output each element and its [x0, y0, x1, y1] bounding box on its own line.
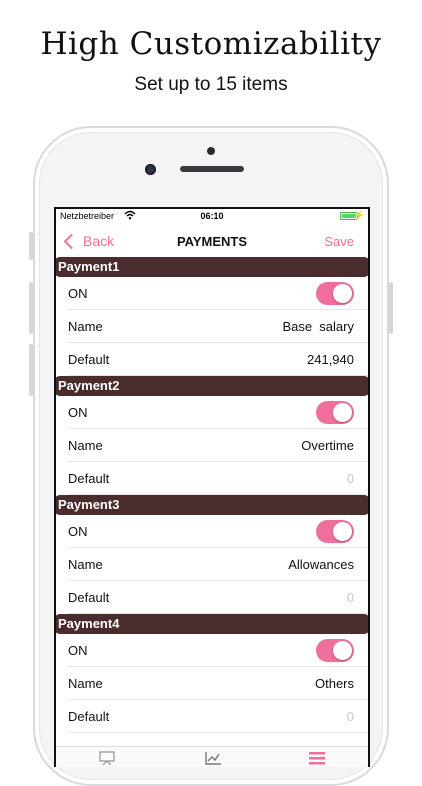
- name-field[interactable]: Others: [315, 676, 354, 691]
- status-bar: Netzbetreiber 06:10 ⚡: [56, 209, 368, 225]
- row-label: ON: [68, 404, 88, 420]
- name-field[interactable]: Base salary: [282, 319, 354, 334]
- row-label: Default: [68, 589, 110, 605]
- section-header-payment3: Payment3: [56, 495, 368, 515]
- row-name[interactable]: Name Allowances: [68, 548, 368, 581]
- chart-icon[interactable]: [204, 751, 222, 767]
- row-default[interactable]: Default 0: [68, 462, 368, 495]
- row-default[interactable]: Default 0: [68, 581, 368, 614]
- row-label: Default: [68, 708, 110, 724]
- phone-sensor: [207, 147, 215, 155]
- phone-speaker: [180, 166, 244, 172]
- row-on: ON: [68, 634, 368, 667]
- row-name[interactable]: Name Others: [68, 667, 368, 700]
- page-title: PAYMENTS: [176, 234, 248, 249]
- navigation-bar: Back PAYMENTS Save: [56, 225, 368, 260]
- row-label: ON: [68, 642, 88, 658]
- default-field[interactable]: 241,940: [307, 352, 354, 367]
- tab-bar: [56, 746, 368, 767]
- board-icon[interactable]: [98, 751, 116, 767]
- row-label: Default: [68, 351, 110, 367]
- row-label: ON: [68, 523, 88, 539]
- row-default[interactable]: Default 0: [68, 700, 368, 733]
- app-screen: Netzbetreiber 06:10 ⚡ Back PAYMENTS Save…: [54, 207, 370, 767]
- payments-list: Payment1 ON Name Base salary Default 241…: [56, 257, 368, 733]
- section-header-payment2: Payment2: [56, 376, 368, 396]
- row-label: Name: [68, 556, 103, 572]
- row-default[interactable]: Default 241,940: [68, 343, 368, 376]
- on-toggle[interactable]: [316, 400, 354, 424]
- default-field[interactable]: 0: [347, 709, 354, 724]
- section-header-payment1: Payment1: [56, 257, 368, 277]
- row-label: Name: [68, 437, 103, 453]
- row-label: Default: [68, 470, 110, 486]
- charging-icon: ⚡: [353, 210, 365, 220]
- on-toggle[interactable]: [316, 281, 354, 305]
- menu-icon[interactable]: [308, 751, 326, 767]
- name-field[interactable]: Allowances: [288, 557, 354, 572]
- on-toggle[interactable]: [316, 519, 354, 543]
- default-field[interactable]: 0: [347, 590, 354, 605]
- phone-camera: [145, 164, 156, 175]
- row-on: ON: [68, 396, 368, 429]
- row-name[interactable]: Name Overtime: [68, 429, 368, 462]
- row-on: ON: [68, 277, 368, 310]
- promo-subline: Set up to 15 items: [134, 74, 288, 95]
- status-time: 06:10: [200, 211, 224, 221]
- row-name[interactable]: Name Base salary: [68, 310, 368, 343]
- name-field[interactable]: Overtime: [301, 438, 354, 453]
- row-label: Name: [68, 675, 103, 691]
- promo-headline: High Customizability: [40, 26, 382, 62]
- row-label: ON: [68, 285, 88, 301]
- row-on: ON: [68, 515, 368, 548]
- row-label: Name: [68, 318, 103, 334]
- phone-power-button: [389, 282, 393, 334]
- section-header-payment4: Payment4: [56, 614, 368, 634]
- save-button[interactable]: Save: [324, 234, 354, 249]
- on-toggle[interactable]: [316, 638, 354, 662]
- default-field[interactable]: 0: [347, 471, 354, 486]
